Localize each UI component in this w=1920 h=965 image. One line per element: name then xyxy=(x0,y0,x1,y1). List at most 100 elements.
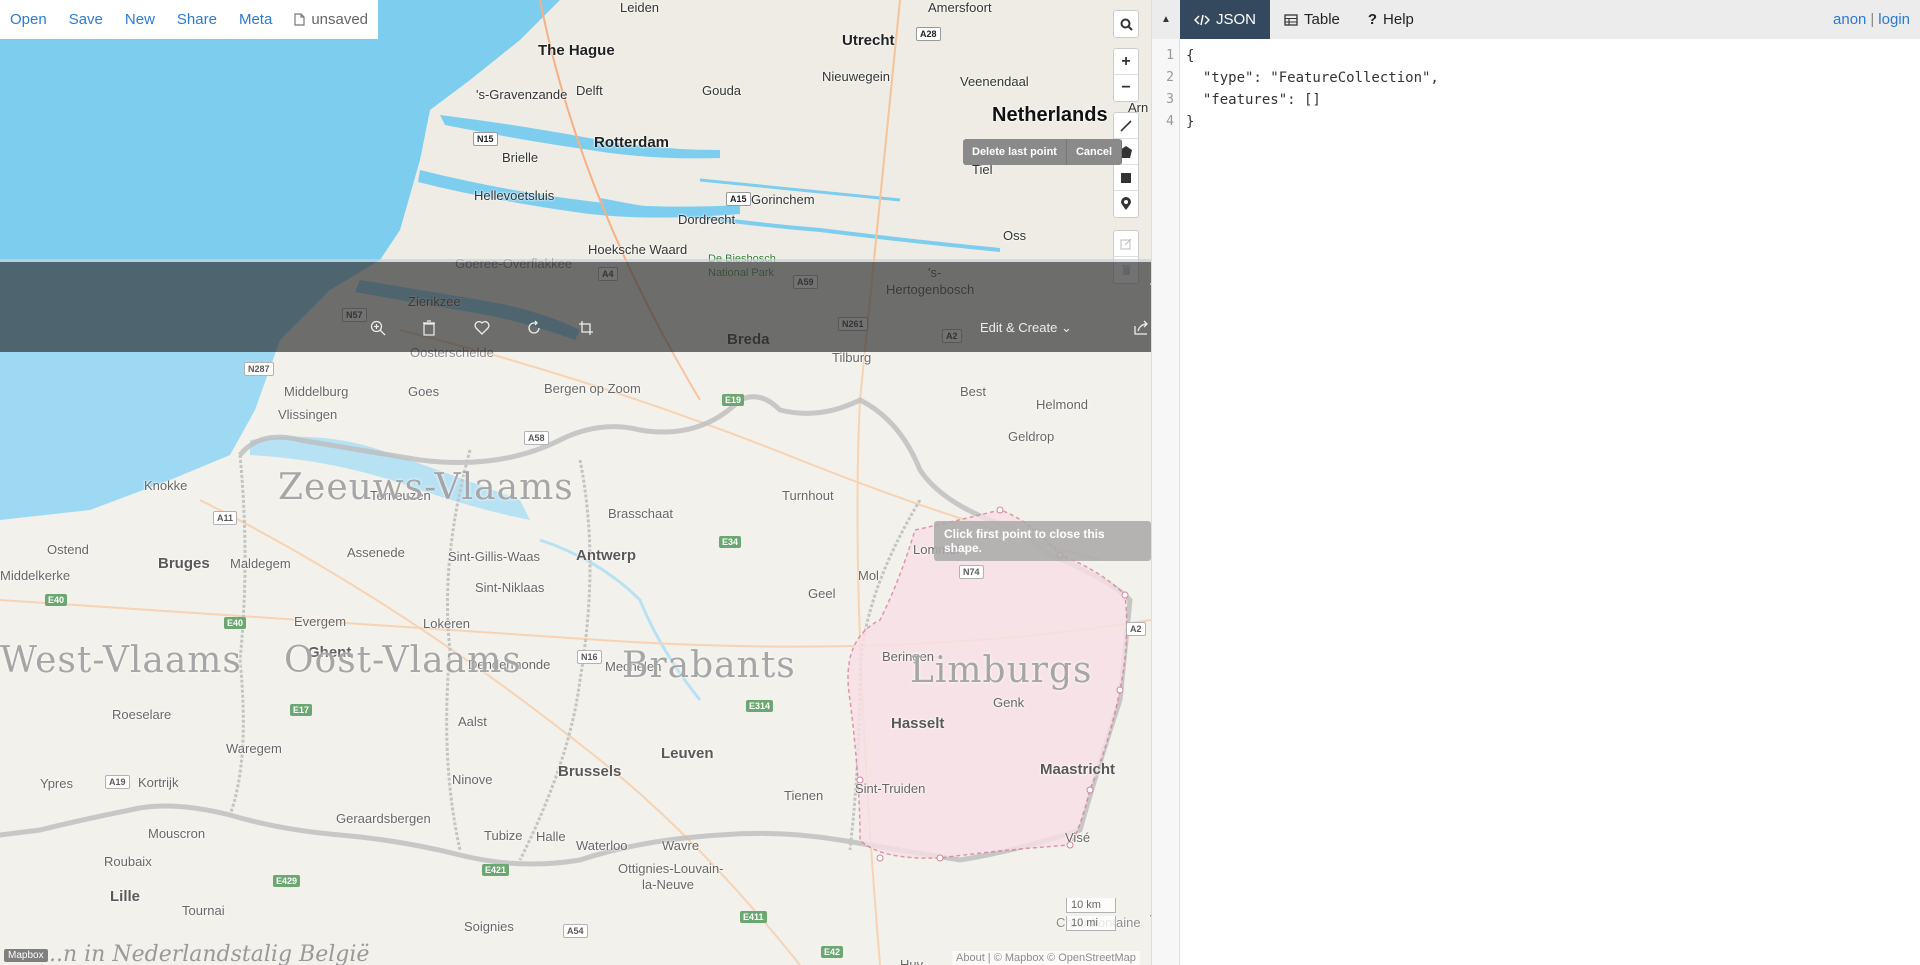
place-label: Sint-Niklaas xyxy=(475,580,545,595)
road-shield: E429 xyxy=(273,875,301,887)
place-label: Maastricht xyxy=(1040,761,1116,778)
place-label: Halle xyxy=(536,829,566,844)
draw-line-button[interactable] xyxy=(1114,113,1138,139)
place-label: Oss xyxy=(1003,228,1027,243)
road-shield: E314 xyxy=(746,700,774,712)
line-number: 3 xyxy=(1166,92,1174,107)
place-label: Knokke xyxy=(144,478,188,493)
place-label: Hasselt xyxy=(891,715,945,732)
save-link[interactable]: Save xyxy=(69,11,103,28)
json-editor[interactable]: 1 {2 "type": "FeatureCollection", 3 "featu… xyxy=(1152,39,1920,965)
place-label: Best xyxy=(960,384,987,399)
zoom-icon[interactable] xyxy=(370,320,386,341)
edit-icon xyxy=(1120,238,1132,249)
place-label: Roeselare xyxy=(112,707,172,722)
tab-table[interactable]: Table xyxy=(1270,0,1354,39)
place-label: Roubaix xyxy=(104,854,152,869)
place-label: 's-Gravenzande xyxy=(476,87,568,102)
help-icon: ? xyxy=(1367,11,1378,28)
place-label: Dordrecht xyxy=(678,212,736,227)
code-text: "features": [] xyxy=(1186,92,1321,108)
road-shield: A19 xyxy=(105,775,130,789)
place-label: Brielle xyxy=(502,150,539,165)
road-shield: A11 xyxy=(213,511,238,525)
zoom-control: + − xyxy=(1113,48,1139,102)
collapse-panel-button[interactable]: ▲ xyxy=(1152,0,1180,39)
user-separator: | xyxy=(1870,11,1875,28)
draw-tools xyxy=(1113,112,1139,218)
anon-link[interactable]: anon xyxy=(1833,11,1866,28)
place-label: Evergem xyxy=(294,614,347,629)
road-shield: N74 xyxy=(959,565,984,579)
edit-layers-button[interactable] xyxy=(1114,231,1138,257)
photo-viewer-titlebar: — ☐ ✕ Edit & Create ⌄ xyxy=(0,262,1279,352)
zoom-in-button[interactable]: + xyxy=(1114,49,1138,75)
road-shield: E40 xyxy=(224,617,247,629)
delete-last-point-button[interactable]: Delete last point xyxy=(963,139,1067,165)
road-shield: E40 xyxy=(45,594,68,606)
share-link[interactable]: Share xyxy=(177,11,217,28)
scale-bar: 10 km 10 mi xyxy=(1066,898,1116,934)
place-label: Gouda xyxy=(702,83,742,98)
province-label: Brabants xyxy=(622,645,796,686)
place-label: Utrecht xyxy=(842,32,895,49)
place-label: Visé xyxy=(1065,830,1091,845)
delete-icon[interactable] xyxy=(422,320,436,341)
scale-mi: 10 mi xyxy=(1066,916,1116,931)
open-link[interactable]: Open xyxy=(10,11,47,28)
code-icon xyxy=(1194,14,1210,25)
place-label: Ostend xyxy=(47,542,89,557)
place-label: Sint-Truiden xyxy=(855,781,926,796)
file-status-label: unsaved xyxy=(311,11,369,28)
place-label: Turnhout xyxy=(782,488,834,503)
map-attribution[interactable]: About | © Mapbox © OpenStreetMap xyxy=(952,951,1140,965)
road-shield: A2 xyxy=(1126,622,1146,636)
road-shield: E42 xyxy=(821,946,844,958)
panel-header: ▲ JSON Table ? Help anon | login xyxy=(1152,0,1920,39)
tab-help[interactable]: ? Help xyxy=(1354,0,1428,39)
draw-marker-button[interactable] xyxy=(1114,191,1138,217)
tab-table-label: Table xyxy=(1304,11,1340,28)
top-menu: Open Save New Share Meta unsaved xyxy=(0,0,379,39)
place-label: Vlissingen xyxy=(278,407,338,422)
new-link[interactable]: New xyxy=(125,11,155,28)
edit-create-menu[interactable]: Edit & Create ⌄ xyxy=(980,320,1072,336)
user-area: anon | login xyxy=(1833,0,1920,39)
place-label: Brussels xyxy=(558,763,622,780)
search-control xyxy=(1113,10,1139,38)
place-label: Helmond xyxy=(1036,397,1089,412)
table-icon xyxy=(1284,13,1298,26)
mapbox-logo[interactable]: Mapbox xyxy=(4,949,48,962)
crop-icon[interactable] xyxy=(578,320,594,341)
road-shield: E411 xyxy=(740,911,767,923)
place-label: Lille xyxy=(110,888,141,905)
line-number: 4 xyxy=(1166,114,1174,129)
road-shield: N287 xyxy=(244,362,274,376)
place-label: Tilburg xyxy=(832,350,872,365)
place-label: Tubize xyxy=(484,828,523,843)
place-label: la-Neuve xyxy=(642,877,695,892)
place-label: Maldegem xyxy=(230,556,291,571)
cancel-draw-button[interactable]: Cancel xyxy=(1066,139,1123,165)
tab-json[interactable]: JSON xyxy=(1180,0,1271,39)
scale-km: 10 km xyxy=(1066,898,1116,913)
login-link[interactable]: login xyxy=(1878,11,1910,28)
meta-link[interactable]: Meta xyxy=(239,11,272,28)
search-button[interactable] xyxy=(1114,11,1138,37)
share-icon[interactable] xyxy=(1133,320,1149,341)
road-shield: A54 xyxy=(563,924,588,938)
road-shield: E19 xyxy=(722,394,745,406)
map[interactable]: Leiden Amersfoort The Hague Utrecht 's-Grave… xyxy=(0,0,1151,965)
app-root: Leiden Amersfoort The Hague Utrecht 's-Grave… xyxy=(0,0,1920,965)
rotate-icon[interactable] xyxy=(526,320,542,341)
photo-viewer-toolbar: Edit & Create ⌄ ··· xyxy=(0,310,1279,350)
place-label: Genk xyxy=(993,695,1025,710)
place-label: Geraardsbergen xyxy=(336,811,431,826)
place-label: Lokeren xyxy=(423,616,470,631)
place-label: Ottignies-Louvain- xyxy=(618,861,724,876)
place-label: Waterloo xyxy=(576,838,628,853)
draw-rectangle-button[interactable] xyxy=(1114,165,1138,191)
heart-icon[interactable] xyxy=(474,320,490,340)
zoom-out-button[interactable]: − xyxy=(1114,75,1138,101)
editor-gutter xyxy=(1152,39,1180,965)
